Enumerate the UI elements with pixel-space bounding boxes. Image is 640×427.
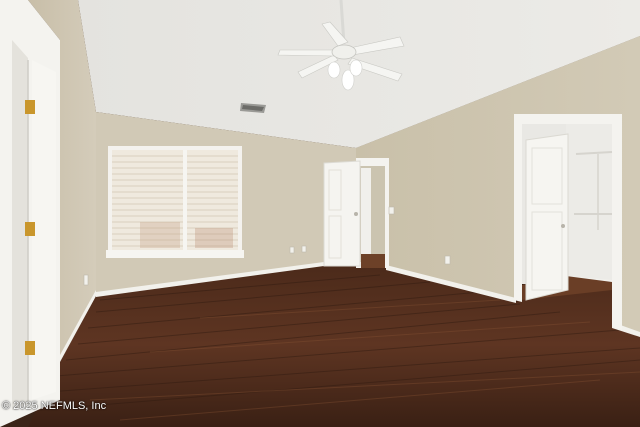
copyright-watermark: © 2025 NEFMLS, Inc bbox=[2, 400, 107, 412]
left-door bbox=[0, 0, 60, 427]
hallway-doorway bbox=[323, 158, 389, 268]
bedroom-photo bbox=[0, 0, 640, 427]
window-with-blinds bbox=[106, 146, 244, 258]
